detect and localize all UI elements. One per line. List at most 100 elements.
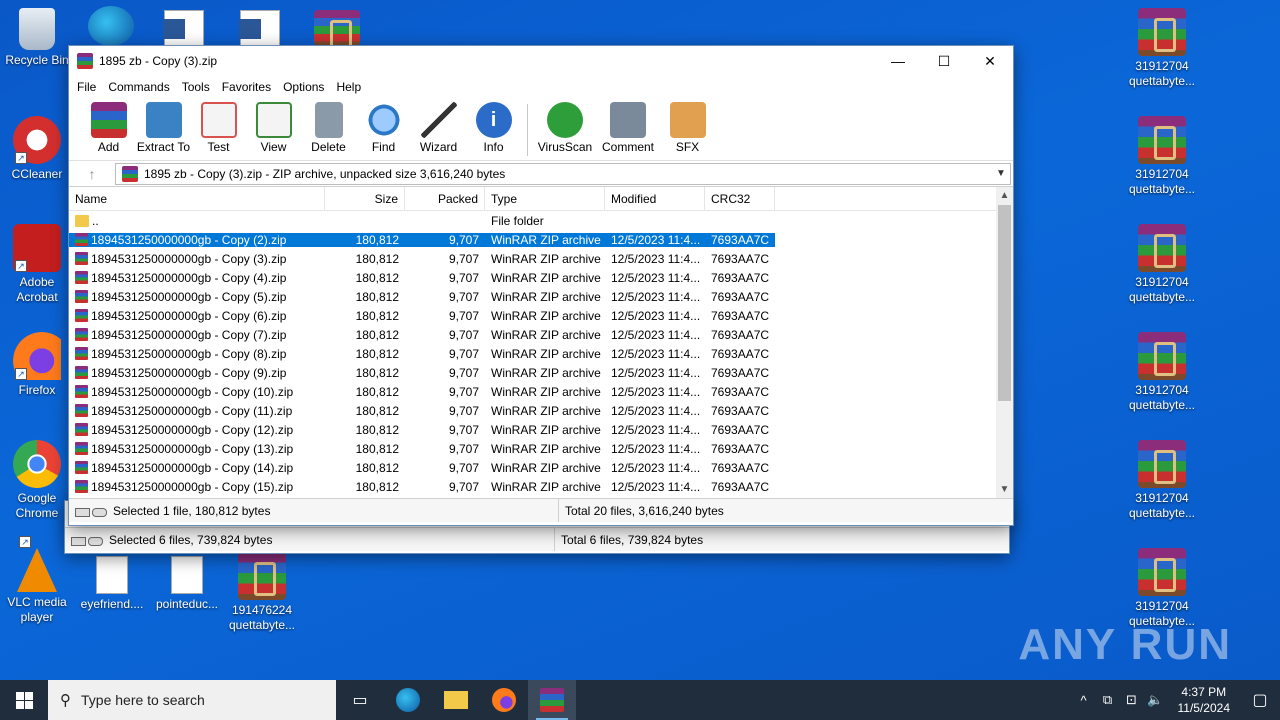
table-row[interactable]: 1894531250000000gb - Copy (3).zip 180,812… <box>69 249 1013 268</box>
desktop-icon-label: 31912704 quettabyte... <box>1128 167 1196 196</box>
vertical-scrollbar[interactable]: ▲ ▼ <box>996 187 1013 498</box>
add-icon <box>90 102 127 138</box>
taskbar-explorer[interactable] <box>432 680 480 720</box>
menu-file[interactable]: File <box>71 80 102 94</box>
parent-folder-row[interactable]: .. File folder <box>69 211 1013 230</box>
winrar-archive-icon <box>238 552 286 600</box>
table-row[interactable]: 1894531250000000gb - Copy (7).zip 180,812… <box>69 325 1013 344</box>
row-type: WinRAR ZIP archive <box>491 479 601 494</box>
menu-tools[interactable]: Tools <box>176 80 216 94</box>
add-button[interactable]: Add <box>81 102 136 154</box>
row-name: .. <box>69 214 325 228</box>
wizard-button[interactable]: Wizard <box>411 102 466 154</box>
sfx-button[interactable]: SFX <box>660 102 715 154</box>
virusscan-button[interactable]: VirusScan <box>534 102 596 154</box>
menu-options[interactable]: Options <box>277 80 330 94</box>
desktop-icon-recycle-bin[interactable]: Recycle Bin <box>0 8 74 68</box>
row-packed: 9,707 <box>448 289 479 304</box>
word-doc-icon[interactable] <box>239 10 280 46</box>
desktop-icon-rar-right-4[interactable]: 31912704 quettabyte... <box>1125 332 1199 413</box>
clock[interactable]: 4:37 PM 11/5/2024 <box>1168 684 1241 716</box>
extract-to-button[interactable]: Extract To <box>136 102 191 154</box>
row-name: 1894531250000000gb - Copy (8).zip <box>69 346 325 361</box>
chevron-up-icon[interactable]: ^ <box>1072 693 1096 708</box>
row-size: 180,812 <box>325 232 405 247</box>
table-row[interactable]: 1894531250000000gb - Copy (14).zip 180,81… <box>69 458 1013 477</box>
up-arrow-icon[interactable]: ↑ <box>69 166 115 182</box>
table-row[interactable]: 1894531250000000gb - Copy (5).zip 180,812… <box>69 287 1013 306</box>
row-name: 1894531250000000gb - Copy (3).zip <box>69 251 325 266</box>
desktop-icon-rar-right-3[interactable]: 31912704 quettabyte... <box>1125 224 1199 305</box>
close-button[interactable]: ✕ <box>967 46 1013 76</box>
desktop-icon-rar-right-1[interactable]: 31912704 quettabyte... <box>1125 8 1199 89</box>
table-row[interactable]: 1894531250000000gb - Copy (15).zip 180,81… <box>69 477 1013 496</box>
desktop-icon-ccleaner[interactable]: ↗ CCleaner <box>0 116 74 182</box>
table-row[interactable]: 1894531250000000gb - Copy (11).zip 180,81… <box>69 401 1013 420</box>
desktop-icon-vlc[interactable]: ↗ VLC media player <box>0 536 74 625</box>
comment-button[interactable]: Comment <box>596 102 660 154</box>
menu-help[interactable]: Help <box>330 80 367 94</box>
desktop-icon-eyefriend[interactable]: eyefriend.... <box>75 556 149 612</box>
column-size[interactable]: Size <box>325 187 405 211</box>
acrobat-icon: ↗ <box>13 224 61 272</box>
word-doc-icon[interactable] <box>163 10 204 46</box>
table-row[interactable]: 1894531250000000gb - Copy (9).zip 180,812… <box>69 363 1013 382</box>
column-modified[interactable]: Modified <box>605 187 705 211</box>
title-bar[interactable]: 1895 zb - Copy (3).zip — ☐ ✕ <box>69 46 1013 76</box>
notification-icon[interactable]: ▢ <box>1240 690 1280 710</box>
column-name[interactable]: Name <box>69 187 325 211</box>
taskbar-firefox[interactable] <box>480 680 528 720</box>
test-button[interactable]: Test <box>191 102 246 154</box>
start-button[interactable] <box>0 680 48 720</box>
row-type: WinRAR ZIP archive <box>491 403 601 418</box>
column-type[interactable]: Type <box>485 187 605 211</box>
column-crc32[interactable]: CRC32 <box>705 187 775 211</box>
view-button[interactable]: View <box>246 102 301 154</box>
desktop-icon-chrome[interactable]: Google Chrome <box>0 440 74 521</box>
extract-label: Extract To <box>136 140 191 154</box>
maximize-button[interactable]: ☐ <box>921 46 967 76</box>
desktop-icon-firefox[interactable]: ↗ Firefox <box>0 332 74 398</box>
scroll-thumb[interactable] <box>998 205 1011 401</box>
desktop-icon-pointeduc[interactable]: pointeduc... <box>150 556 224 612</box>
desktop-icon-rar-bottom[interactable]: 191476224 quettabyte... <box>225 552 299 633</box>
info-button[interactable]: i Info <box>466 102 521 154</box>
archive-path-field[interactable]: 1895 zb - Copy (3).zip - ZIP archive, un… <box>115 162 1011 185</box>
delete-button[interactable]: Delete <box>301 102 356 154</box>
row-type: WinRAR ZIP archive <box>491 422 601 437</box>
table-row[interactable]: 1894531250000000gb - Copy (12).zip 180,81… <box>69 420 1013 439</box>
table-row[interactable]: 1894531250000000gb - Copy (6).zip 180,812… <box>69 306 1013 325</box>
row-size: 180,812 <box>355 422 399 437</box>
minimize-button[interactable]: — <box>875 46 921 76</box>
menu-commands[interactable]: Commands <box>102 80 175 94</box>
scroll-up-arrow[interactable]: ▲ <box>996 187 1013 204</box>
volume-icon[interactable]: 🔈 <box>1144 692 1168 708</box>
taskbar-search[interactable]: ⚲ Type here to search <box>48 680 336 720</box>
column-packed[interactable]: Packed <box>405 187 485 211</box>
table-row[interactable]: 1894531250000000gb - Copy (8).zip 180,812… <box>69 344 1013 363</box>
edge-icon[interactable] <box>88 6 134 46</box>
sfx-icon <box>669 102 706 138</box>
winrar-archive-icon[interactable] <box>314 10 360 54</box>
zip-archive-icon <box>75 479 88 493</box>
table-row[interactable]: 1894531250000000gb - Copy (2).zip 180,812… <box>69 230 1013 249</box>
find-button[interactable]: Find <box>356 102 411 154</box>
file-list[interactable]: Name Size Packed Type Modified CRC32 .. … <box>69 186 1013 498</box>
row-packed: 9,707 <box>448 403 479 418</box>
chevron-down-icon[interactable]: ▼ <box>992 168 1010 179</box>
scroll-down-arrow[interactable]: ▼ <box>996 481 1013 498</box>
network-icon[interactable]: ⊡ <box>1120 692 1144 708</box>
desktop-icon-rar-right-5[interactable]: 31912704 quettabyte... <box>1125 440 1199 521</box>
taskbar-edge[interactable] <box>384 680 432 720</box>
table-row[interactable]: 1894531250000000gb - Copy (4).zip 180,812… <box>69 268 1013 287</box>
desktop-icon-acrobat[interactable]: ↗ Adobe Acrobat <box>0 224 74 305</box>
winrar-window[interactable]: 1895 zb - Copy (3).zip — ☐ ✕ File Comman… <box>68 45 1014 526</box>
table-row[interactable]: 1894531250000000gb - Copy (13).zip 180,81… <box>69 439 1013 458</box>
device-icon[interactable]: ⧉ <box>1096 692 1120 708</box>
menu-favorites[interactable]: Favorites <box>216 80 277 94</box>
table-row[interactable]: 1894531250000000gb - Copy (10).zip 180,81… <box>69 382 1013 401</box>
task-view-button[interactable]: ▭ <box>336 680 384 720</box>
desktop-icon-rar-right-6[interactable]: 31912704 quettabyte... <box>1125 548 1199 629</box>
desktop-icon-rar-right-2[interactable]: 31912704 quettabyte... <box>1125 116 1199 197</box>
taskbar-winrar[interactable] <box>528 680 576 720</box>
